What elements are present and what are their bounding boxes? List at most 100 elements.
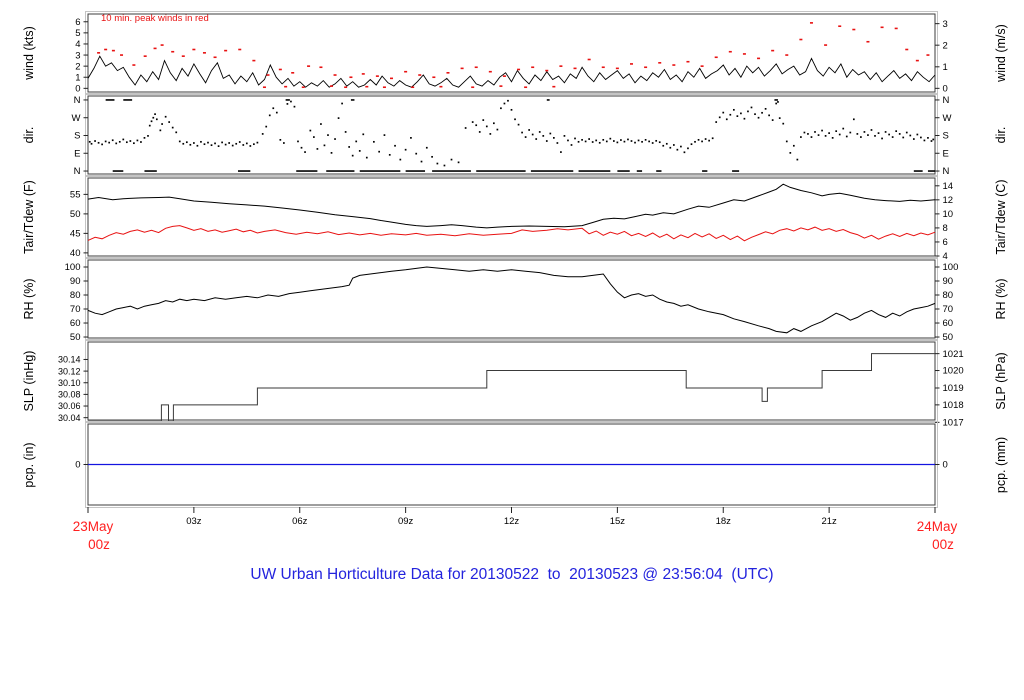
dir-point xyxy=(136,139,139,142)
peak-wind-point xyxy=(460,67,464,70)
pcp-panel: 00 xyxy=(75,421,948,508)
svg-text:0: 0 xyxy=(943,84,948,95)
peak-wind-point xyxy=(926,54,930,56)
dir-point xyxy=(740,112,742,115)
dir-point xyxy=(365,156,368,159)
peak-wind-point xyxy=(330,85,334,87)
dir-point xyxy=(373,140,375,143)
dir-point xyxy=(143,137,146,139)
dir-point xyxy=(609,137,612,140)
dir-point xyxy=(196,144,199,147)
dir-point xyxy=(140,141,142,143)
svg-text:12: 12 xyxy=(943,195,954,206)
dir-point xyxy=(895,130,898,132)
peak-wind-point xyxy=(728,50,732,53)
dir-point xyxy=(415,152,418,155)
dir-point xyxy=(743,117,746,120)
peak-wind-point xyxy=(213,56,217,59)
temp-panel-outer-border xyxy=(85,175,938,259)
svg-text:21z: 21z xyxy=(821,516,837,527)
dir-point xyxy=(175,131,178,134)
dir-point xyxy=(923,139,926,142)
peak-wind-point xyxy=(439,85,443,88)
dir-north-dash xyxy=(530,170,574,172)
dir-point xyxy=(898,133,901,135)
dir-point xyxy=(355,140,358,143)
svg-text:14: 14 xyxy=(943,181,954,192)
charts-svg: 01234560123NWSENNWSEN4045505546810121450… xyxy=(58,11,964,527)
svg-text:1020: 1020 xyxy=(943,366,964,377)
dir-north-dash xyxy=(359,170,401,172)
peak-wind-point xyxy=(757,57,761,60)
dir-point xyxy=(228,142,231,144)
peak-wind-point xyxy=(672,64,676,66)
dir-point xyxy=(852,118,855,121)
dir-north-dash xyxy=(617,170,630,172)
dir-point xyxy=(203,143,206,146)
svg-text:90: 90 xyxy=(943,276,954,287)
peak-wind-point xyxy=(224,49,228,52)
dir-point xyxy=(104,140,107,143)
dir-point xyxy=(612,140,615,142)
dir-point xyxy=(133,142,135,145)
dir-point xyxy=(293,105,296,108)
dir-point xyxy=(644,138,647,141)
peak-wind-point xyxy=(301,86,305,89)
dir-point xyxy=(634,141,636,144)
dir-point xyxy=(570,144,573,146)
peak-wind-point xyxy=(344,86,348,89)
peak-wind-point xyxy=(319,66,323,69)
svg-text:1018: 1018 xyxy=(943,400,964,411)
dir-point xyxy=(224,143,227,146)
dir-point xyxy=(351,154,354,157)
dir-north-dash xyxy=(913,170,923,172)
dir-point xyxy=(877,132,880,134)
dir-point xyxy=(683,151,686,154)
dir-point xyxy=(101,143,103,146)
svg-text:1019: 1019 xyxy=(943,383,964,394)
svg-text:70: 70 xyxy=(70,304,81,315)
dir-north-dash xyxy=(296,170,318,172)
dir-point xyxy=(399,158,402,161)
dir-point xyxy=(168,121,171,123)
peak-wind-point xyxy=(262,86,266,89)
dir-point xyxy=(627,138,629,141)
svg-text:N: N xyxy=(74,166,81,177)
dir-point xyxy=(161,123,163,125)
dir-point xyxy=(690,143,693,146)
dir-point xyxy=(88,140,91,143)
svg-text:10: 10 xyxy=(943,209,954,220)
dir-point xyxy=(148,124,151,127)
svg-text:50: 50 xyxy=(70,332,81,343)
peak-wind-point xyxy=(573,67,577,70)
dir-north-dash xyxy=(578,170,611,172)
dir-point xyxy=(171,126,174,129)
dir-point xyxy=(856,133,859,135)
dir-point xyxy=(870,129,873,131)
svg-text:N: N xyxy=(943,166,950,177)
dir-point xyxy=(517,123,520,126)
dir-point xyxy=(747,110,749,113)
dir-panel-border xyxy=(87,95,936,175)
dir-point xyxy=(300,146,303,149)
dir-point xyxy=(514,118,516,121)
dir-point xyxy=(796,158,799,161)
dir-point xyxy=(464,127,467,129)
peak-wind-point xyxy=(686,60,690,63)
dir-north-dash xyxy=(702,170,708,172)
dir-point xyxy=(563,135,566,137)
dir-point xyxy=(602,138,605,141)
dir-point xyxy=(90,142,93,145)
dir-point xyxy=(687,147,689,150)
svg-text:60: 60 xyxy=(943,318,954,329)
dir-point xyxy=(729,113,732,116)
peak-wind-point xyxy=(587,58,591,61)
svg-text:30.08: 30.08 xyxy=(58,390,81,400)
dir-point xyxy=(510,108,513,111)
dir-point xyxy=(185,141,188,144)
peak-wind-point xyxy=(143,55,147,57)
dir-point xyxy=(556,142,559,144)
dir-point xyxy=(265,125,268,128)
svg-text:2: 2 xyxy=(75,61,80,72)
dir-point xyxy=(528,129,530,131)
